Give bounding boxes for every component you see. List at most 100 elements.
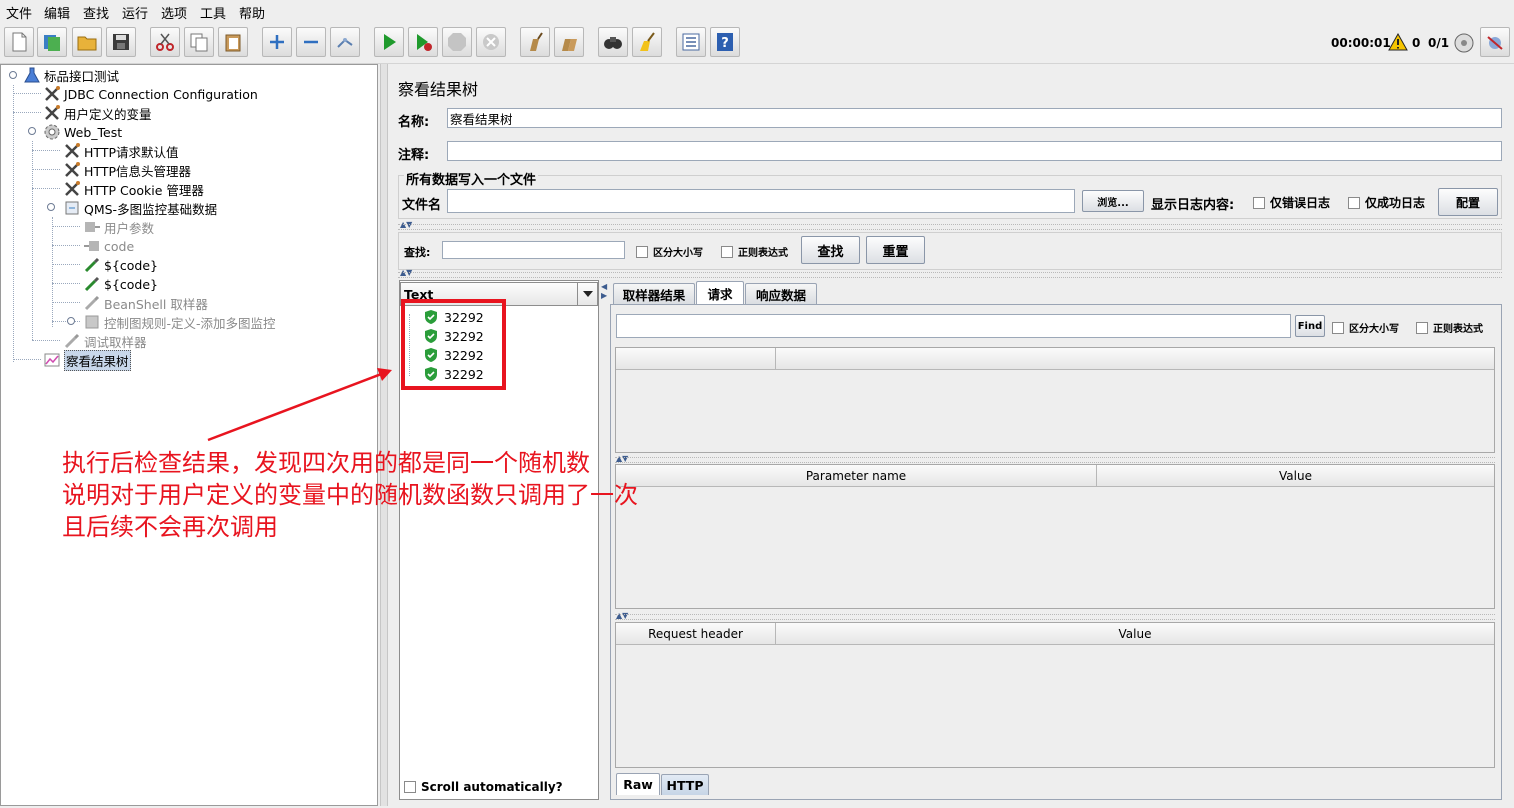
tree-node-jdbc-config[interactable]: JDBC Connection Configuration (43, 85, 258, 103)
test-plan-tree[interactable]: 标品接口测试 JDBC Connection Configuration 用户定… (0, 64, 378, 806)
split-divider[interactable] (380, 64, 388, 806)
tree-node-header-manager[interactable]: HTTP信息头管理器 (63, 161, 191, 179)
splitter[interactable] (398, 272, 1502, 278)
tree-node-label: 用户定义的变量 (64, 106, 152, 122)
detail-find-input[interactable] (616, 314, 1291, 338)
menu-search[interactable]: 查找 (83, 3, 109, 22)
tree-toggle-controller[interactable] (67, 317, 75, 325)
pipette-icon (83, 294, 101, 312)
tab-request[interactable]: 请求 (696, 281, 744, 304)
tree-node-cookie-manager[interactable]: HTTP Cookie 管理器 (63, 180, 204, 198)
tab-sampler-result[interactable]: 取样器结果 (613, 283, 695, 304)
menu-run[interactable]: 运行 (122, 3, 148, 22)
tab-http[interactable]: HTTP (661, 774, 709, 795)
tree-toggle-qms[interactable] (47, 203, 55, 211)
tree-node-user-parameters[interactable]: 用户参数 (83, 218, 154, 236)
menu-help[interactable]: 帮助 (239, 3, 265, 22)
test-plan-icon (23, 66, 41, 84)
tree-node-label: Web_Test (64, 124, 123, 140)
tree-node-chart-rule-controller[interactable]: 控制图规则-定义-添加多图监控 (83, 313, 276, 331)
request-value-col[interactable]: Value (776, 623, 1494, 645)
annotation-text: 执行后检查结果，发现四次用的都是同一个随机数 说明对于用户定义的变量中的随机数函… (62, 447, 638, 543)
reset-search-button[interactable] (632, 27, 662, 57)
collapse-button[interactable] (296, 27, 326, 57)
param-value-header[interactable]: Value (1097, 465, 1494, 487)
splitter[interactable] (615, 457, 1495, 463)
checkbox-box[interactable] (721, 245, 733, 258)
cut-button[interactable] (150, 27, 180, 57)
expand-button[interactable] (262, 27, 292, 57)
menu-options[interactable]: 选项 (161, 3, 187, 22)
checkbox-box[interactable] (1348, 196, 1360, 209)
function-helper-button[interactable] (676, 27, 706, 57)
clear-all-button[interactable] (554, 27, 584, 57)
tree-line (13, 112, 41, 113)
tree-toggle-root[interactable] (9, 71, 17, 79)
filename-input[interactable] (447, 189, 1075, 213)
regex-checkbox[interactable]: 正则表达式 (721, 244, 788, 259)
tree-toggle-thread-group[interactable] (28, 127, 36, 135)
tree-node-view-results-tree[interactable]: 察看结果树 (43, 349, 131, 371)
checkbox-box[interactable] (404, 781, 416, 793)
paste-button[interactable] (218, 27, 248, 57)
param-name-header[interactable]: Parameter name (616, 465, 1097, 487)
detail-case-sensitive-checkbox[interactable]: 区分大小写 (1332, 320, 1399, 335)
tree-node-code-sampler-1[interactable]: ${code} (83, 256, 158, 274)
success-only-checkbox[interactable]: 仅成功日志 (1348, 194, 1425, 211)
tree-node-debug-sampler[interactable]: 调试取样器 (63, 332, 147, 350)
checkbox-box[interactable] (636, 245, 648, 258)
shutdown-button[interactable] (476, 27, 506, 57)
tree-node-user-variables[interactable]: 用户定义的变量 (43, 104, 152, 122)
templates-button[interactable] (37, 27, 67, 57)
browse-button[interactable]: 浏览... (1082, 190, 1144, 212)
checkbox-box[interactable] (1416, 321, 1428, 334)
reset-button[interactable]: 重置 (866, 236, 925, 264)
find-button[interactable]: Find (1295, 315, 1325, 337)
search-button[interactable] (598, 27, 628, 57)
toggle-button[interactable] (330, 27, 360, 57)
splitter[interactable] (398, 224, 1502, 230)
function-helper-icon (682, 33, 700, 51)
tree-node-http-defaults[interactable]: HTTP请求默认值 (63, 142, 179, 160)
new-button[interactable] (4, 27, 34, 57)
menu-file[interactable]: 文件 (6, 3, 32, 22)
search-button[interactable]: 查找 (801, 236, 860, 264)
checkbox-box[interactable] (1332, 321, 1344, 334)
menu-edit[interactable]: 编辑 (44, 3, 70, 22)
tree-node-code-sampler-2[interactable]: ${code} (83, 275, 158, 293)
errors-only-checkbox[interactable]: 仅错误日志 (1253, 194, 1330, 211)
detail-regex-checkbox[interactable]: 正则表达式 (1416, 320, 1483, 335)
name-input[interactable] (447, 108, 1502, 128)
chevron-down-icon[interactable] (577, 283, 597, 305)
warning-icon[interactable] (1388, 33, 1408, 51)
cut-icon (156, 33, 174, 51)
tree-node-label: ${code} (104, 276, 159, 292)
checkbox-box[interactable] (1253, 196, 1265, 209)
tab-raw[interactable]: Raw (616, 773, 660, 795)
request-header-col[interactable]: Request header (616, 623, 776, 645)
save-button[interactable] (106, 27, 136, 57)
clear-button[interactable] (520, 27, 550, 57)
stop-button[interactable] (442, 27, 472, 57)
copy-button[interactable] (184, 27, 214, 57)
open-button[interactable] (72, 27, 102, 57)
menu-tools[interactable]: 工具 (200, 3, 226, 22)
splitter[interactable] (615, 614, 1495, 620)
start-no-pause-button[interactable] (408, 27, 438, 57)
table-header (776, 348, 1494, 370)
comment-input[interactable] (447, 141, 1502, 161)
configure-button[interactable]: 配置 (1438, 188, 1498, 216)
scroll-auto-checkbox[interactable]: Scroll automatically? (404, 780, 563, 794)
tree-node-test-plan[interactable]: 标品接口测试 (23, 66, 119, 84)
tab-response-data[interactable]: 响应数据 (745, 283, 817, 304)
search-input[interactable] (442, 241, 625, 259)
tree-node-qms-controller[interactable]: QMS-多图监控基础数据 (63, 199, 217, 217)
help-button[interactable]: ? (710, 27, 740, 57)
tree-node-beanshell-sampler[interactable]: BeanShell 取样器 (83, 294, 208, 312)
tree-node-code-extractor[interactable]: code (83, 237, 134, 255)
tree-node-thread-group[interactable]: Web_Test (43, 123, 122, 141)
vertical-splitter-arrows-icon[interactable]: ◀ ▶ (601, 282, 607, 300)
start-button[interactable] (374, 27, 404, 57)
log-viewer-button[interactable] (1480, 27, 1510, 57)
case-sensitive-checkbox[interactable]: 区分大小写 (636, 244, 703, 259)
